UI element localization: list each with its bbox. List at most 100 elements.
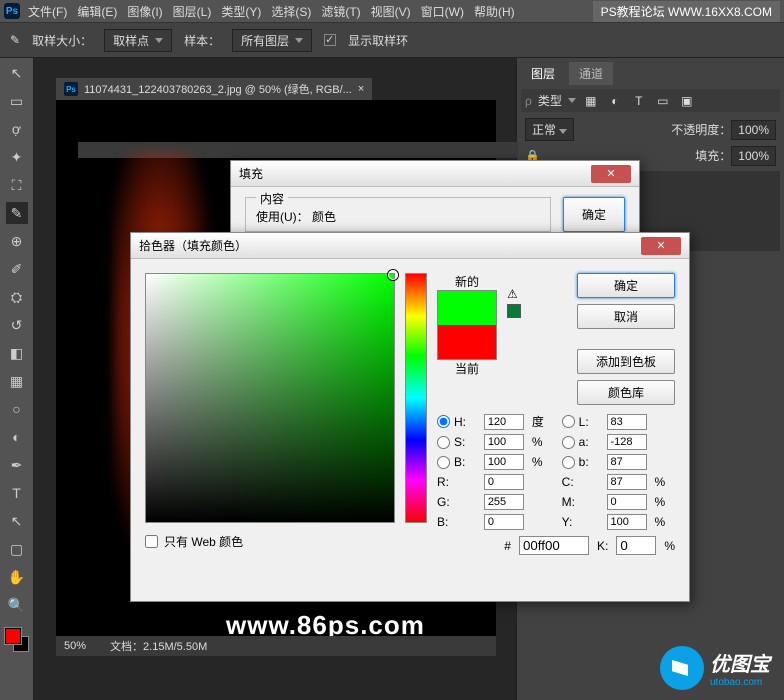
fill-field[interactable]: 100% (731, 146, 776, 166)
c-field[interactable] (607, 474, 647, 490)
bri-field[interactable] (484, 454, 524, 470)
color-fields: H:度 L: S:% a: B:% b: R: C:% G: M:% B: Y:… (437, 413, 675, 530)
hex-field[interactable] (519, 536, 589, 555)
zoom-tool[interactable]: 🔍 (6, 594, 28, 616)
menu-edit[interactable]: 编辑(E) (77, 3, 117, 20)
type-tool[interactable]: T (6, 482, 28, 504)
hand-tool[interactable]: ✋ (6, 566, 28, 588)
picker-close-icon[interactable]: ✕ (641, 237, 681, 255)
use-value: 颜色 (312, 210, 336, 224)
m-field[interactable] (607, 494, 647, 510)
l-field[interactable] (607, 414, 647, 430)
pen-tool[interactable]: ✒ (6, 454, 28, 476)
show-ring-label: 显示取样环 (348, 32, 408, 49)
eraser-tool[interactable]: ◧ (6, 342, 28, 364)
current-label: 当前 (437, 360, 497, 377)
history-brush[interactable]: ↺ (6, 314, 28, 336)
stamp-tool[interactable]: ⛭ (6, 286, 28, 308)
y-field[interactable] (607, 514, 647, 530)
a-radio[interactable] (562, 436, 575, 449)
tab-channels[interactable]: 通道 (569, 62, 613, 85)
fill-ok-button[interactable]: 确定 (563, 197, 625, 232)
lasso-tool[interactable]: ợ (6, 118, 28, 140)
picker-titlebar[interactable]: 拾色器（填充颜色） ✕ (131, 233, 689, 259)
menu-view[interactable]: 视图(V) (371, 3, 411, 20)
gradient-tool[interactable]: ▦ (6, 370, 28, 392)
show-ring-chk[interactable] (324, 34, 336, 46)
h-radio[interactable] (437, 415, 450, 428)
k-field[interactable] (616, 536, 656, 555)
websafe-swatch[interactable] (507, 304, 521, 318)
picker-ok-button[interactable]: 确定 (577, 273, 675, 298)
path-tool[interactable]: ↖ (6, 510, 28, 532)
type-filter-icon[interactable]: T (630, 94, 648, 108)
hue-slider[interactable] (405, 273, 427, 523)
b2-radio[interactable] (562, 456, 575, 469)
wand-tool[interactable]: ✦ (6, 146, 28, 168)
color-swatches[interactable] (5, 628, 29, 652)
heal-tool[interactable]: ⊕ (6, 230, 28, 252)
current-color-swatch[interactable] (438, 325, 496, 359)
options-bar: ✎ 取样大小： 取样点 样本： 所有图层 显示取样环 (0, 22, 784, 58)
add-swatch-button[interactable]: 添加到色板 (577, 349, 675, 374)
b2-field[interactable] (607, 454, 647, 470)
opacity-label: 不透明度： (671, 123, 731, 137)
marquee-tool[interactable]: ▭ (6, 90, 28, 112)
fill-titlebar[interactable]: 填充 ✕ (231, 161, 639, 187)
sample-size-dd[interactable]: 取样点 (104, 29, 172, 52)
menu-help[interactable]: 帮助(H) (474, 3, 515, 20)
menu-filter[interactable]: 滤镜(T) (321, 3, 360, 20)
chevron-down-icon (295, 38, 303, 43)
menu-type[interactable]: 类型(Y) (221, 3, 261, 20)
b-radio[interactable] (437, 456, 450, 469)
adjust-filter-icon[interactable]: ◐ (606, 94, 624, 108)
sample-dd[interactable]: 所有图层 (232, 29, 312, 52)
shape-tool[interactable]: ▢ (6, 538, 28, 560)
menu-file[interactable]: 文件(F) (28, 3, 67, 20)
g-field[interactable] (484, 494, 524, 510)
move-tool[interactable]: ↖ (6, 62, 28, 84)
web-only-chk[interactable] (145, 535, 158, 548)
brand-icon (660, 646, 704, 690)
brand-name: 优图宝 (710, 648, 770, 677)
brand-logo: 优图宝 utobao.com (660, 646, 770, 690)
menu-layer[interactable]: 图层(L) (173, 3, 212, 20)
brush-tool[interactable]: ✐ (6, 258, 28, 280)
warning-icon[interactable]: ⚠ (507, 287, 521, 301)
menu-window[interactable]: 窗口(W) (421, 3, 464, 20)
zoom-level[interactable]: 50% (64, 640, 86, 652)
color-libs-button[interactable]: 颜色库 (577, 380, 675, 405)
ps-logo: Ps (4, 3, 20, 19)
menu-image[interactable]: 图像(I) (127, 3, 162, 20)
shape-filter-icon[interactable]: ▭ (654, 94, 672, 108)
eyedropper-tool[interactable]: ✎ (6, 202, 28, 224)
document-tab[interactable]: Ps 11074431_122403780263_2.jpg @ 50% (绿色… (56, 78, 372, 100)
blend-mode-dd[interactable]: 正常 (525, 118, 574, 141)
blur-tool[interactable]: ○ (6, 398, 28, 420)
color-compare (437, 290, 497, 360)
close-icon[interactable]: × (358, 83, 364, 95)
sv-cursor (388, 270, 398, 280)
smart-filter-icon[interactable]: ▣ (678, 94, 696, 108)
sample-label: 样本： (184, 32, 220, 49)
r-field[interactable] (484, 474, 524, 490)
l-radio[interactable] (562, 415, 575, 428)
s-radio[interactable] (437, 436, 450, 449)
crop-tool[interactable]: ⛶ (6, 174, 28, 196)
pixel-filter-icon[interactable]: ▦ (582, 94, 600, 108)
menu-select[interactable]: 选择(S) (271, 3, 311, 20)
h-field[interactable] (484, 414, 524, 430)
opacity-field[interactable]: 100% (731, 120, 776, 140)
sample-size-label: 取样大小： (32, 32, 92, 49)
chevron-down-icon (155, 38, 163, 43)
content-legend: 内容 (256, 190, 288, 207)
tab-layers[interactable]: 图层 (521, 62, 565, 85)
picker-cancel-button[interactable]: 取消 (577, 304, 675, 329)
fill-close-icon[interactable]: ✕ (591, 165, 631, 183)
dodge-tool[interactable]: ◐ (6, 426, 28, 448)
fill-label: 填充： (695, 149, 731, 163)
sv-field[interactable] (145, 273, 395, 523)
blue-field[interactable] (484, 514, 524, 530)
a-field[interactable] (607, 434, 647, 450)
s-field[interactable] (484, 434, 524, 450)
